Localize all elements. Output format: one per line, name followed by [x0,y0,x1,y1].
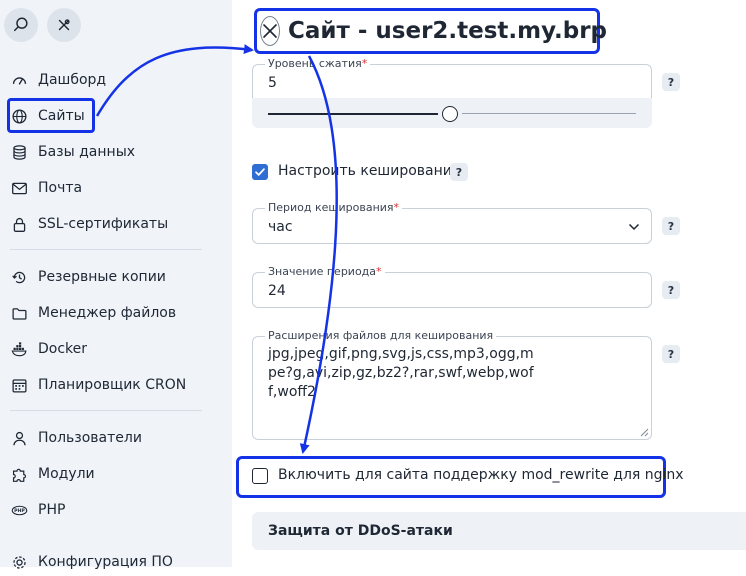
cache-period-help-button[interactable]: ? [662,217,680,235]
sidebar: Дашборд Сайты Базы данных Почта SSL-серт… [0,0,232,570]
sidebar-item-label: Базы данных [38,144,136,160]
sidebar-item-dashboard[interactable]: Дашборд [10,66,106,94]
compression-help-button[interactable]: ? [662,73,680,91]
sidebar-item-php[interactable]: PHP PHP [10,496,65,524]
dashboard-icon [10,71,28,89]
caching-help-button[interactable]: ? [450,163,468,181]
sidebar-item-file-manager[interactable]: Менеджер файлов [10,299,176,327]
calendar-icon [10,376,28,394]
folder-icon [10,304,28,322]
php-icon: PHP [10,501,28,519]
sidebar-item-label: Резервные копии [38,269,166,285]
sidebar-item-label: Конфигурация ПО [38,554,173,570]
sidebar-item-backups[interactable]: Резервные копии [10,263,166,291]
chevron-down-icon [628,223,640,231]
ddos-section-header[interactable]: Защита от DDoS-атаки [252,512,746,550]
ddos-section-title: Защита от DDoS-атаки [268,523,453,539]
sidebar-item-label: PHP [38,502,66,518]
dialog-title-bar: Сайт - user2.test.my.brp [254,8,607,54]
nav-divider [10,249,202,250]
backup-icon [10,268,28,286]
gear-icon [10,553,28,571]
cache-extensions-textarea[interactable]: Расширения файлов для кеширования jpg,jp… [252,329,652,440]
slider-thumb[interactable] [442,106,458,122]
compression-slider[interactable] [252,98,652,128]
period-value-label: Значение периода* [265,265,385,279]
cache-period-select[interactable]: Период кеширования* час [252,201,652,244]
slider-track-filled [268,113,438,115]
sidebar-item-label: Пользователи [38,430,142,446]
cache-extensions-value: jpg,jpeg,gif,png,svg,js,css,mp3,ogg,mpe?… [268,346,534,400]
search-icon [13,17,28,32]
close-button[interactable] [260,16,280,46]
slider-track-empty [462,113,636,114]
check-icon [255,168,265,176]
period-value-field[interactable]: Значение периода* 24 [252,265,652,308]
close-icon [263,24,277,38]
period-value-value: 24 [268,283,286,299]
page-title: Сайт - user2.test.my.brp [288,18,608,44]
compression-level-label: Уровень сжатия* [265,57,371,71]
sidebar-item-label: Планировщик CRON [38,377,187,393]
cache-extensions-help-button[interactable]: ? [662,345,680,363]
cache-extensions-label: Расширения файлов для кеширования [265,329,497,343]
nav-divider [10,410,202,411]
sidebar-item-label: Почта [38,180,83,196]
sidebar-item-label: Модули [38,466,95,482]
resize-handle-icon[interactable] [640,428,649,437]
lock-icon [10,215,28,233]
compression-level-value: 5 [268,75,277,91]
search-button[interactable] [4,8,38,42]
puzzle-icon [10,465,28,483]
cache-period-value: час [268,219,293,235]
sidebar-item-modules[interactable]: Модули [10,460,95,488]
caching-checkbox-label[interactable]: Настроить кеширование [278,163,461,179]
sidebar-item-label: Дашборд [38,72,107,88]
sidebar-item-ssl[interactable]: SSL-сертификаты [10,210,168,238]
sidebar-item-label: Менеджер файлов [38,305,177,321]
mod-rewrite-checkbox[interactable] [252,468,268,484]
period-value-help-button[interactable]: ? [662,281,680,299]
database-icon [10,143,28,161]
sidebar-item-users[interactable]: Пользователи [10,424,142,452]
caching-checkbox[interactable] [252,164,268,180]
docker-icon [10,340,28,358]
mod-rewrite-checkbox-label[interactable]: Включить для сайта поддержку mod_rewrite… [278,467,684,483]
sidebar-item-cron[interactable]: Планировщик CRON [10,371,186,399]
user-icon [10,429,28,447]
cache-period-label: Период кеширования* [265,201,403,215]
sidebar-item-databases[interactable]: Базы данных [10,138,135,166]
sidebar-item-docker[interactable]: Docker [10,335,87,363]
mail-icon [10,179,28,197]
sidebar-item-label: SSL-сертификаты [38,216,169,232]
sidebar-item-label: Docker [38,341,88,357]
compression-level-field[interactable]: Уровень сжатия* 5 [252,57,652,100]
svg-text:PHP: PHP [14,508,25,514]
tools-button[interactable] [47,8,81,42]
sites-highlight-box [7,98,95,133]
sidebar-item-mail[interactable]: Почта [10,174,82,202]
sidebar-item-software-config[interactable]: Конфигурация ПО [10,548,173,576]
tools-icon [58,19,70,31]
